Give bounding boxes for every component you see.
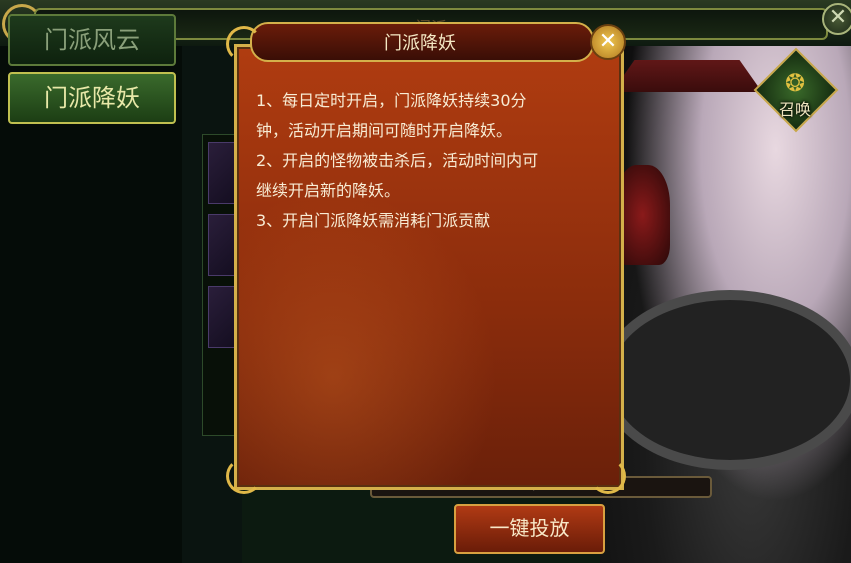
window-close-button[interactable]: ✕: [822, 3, 851, 35]
dragon-emblem-icon: ❂: [784, 69, 806, 97]
tab-sect-demon-hunt[interactable]: 门派降妖: [8, 72, 176, 124]
rule-line: 2、开启的怪物被击杀后，活动时间内可: [256, 151, 539, 170]
dialog-ornament: [590, 458, 626, 494]
close-icon: ✕: [828, 5, 848, 30]
summon-circle: [600, 290, 851, 470]
rule-line: 钟，活动开启期间可随时开启降妖。: [256, 121, 513, 140]
tab-sect-news[interactable]: 门派风云: [8, 14, 176, 66]
rule-line: 继续开启新的降妖。: [256, 181, 401, 200]
rules-text: 1、每日定时开启，门派降妖持续30分 钟，活动开启期间可随时开启降妖。 2、开启…: [256, 86, 601, 236]
summon-label: 召唤: [778, 100, 811, 119]
rule-line: 3、开启门派降妖需消耗门派贡献: [256, 211, 491, 230]
close-icon: ✕: [598, 29, 618, 54]
rule-line: 1、每日定时开启，门派降妖持续30分: [256, 91, 527, 110]
dialog-ornament: [226, 26, 262, 62]
one-click-deposit-button[interactable]: 一键投放: [454, 504, 605, 554]
dialog-close-button[interactable]: ✕: [590, 24, 626, 60]
dialog-title: 门派降妖: [384, 33, 456, 54]
dialog-ornament: [226, 458, 262, 494]
